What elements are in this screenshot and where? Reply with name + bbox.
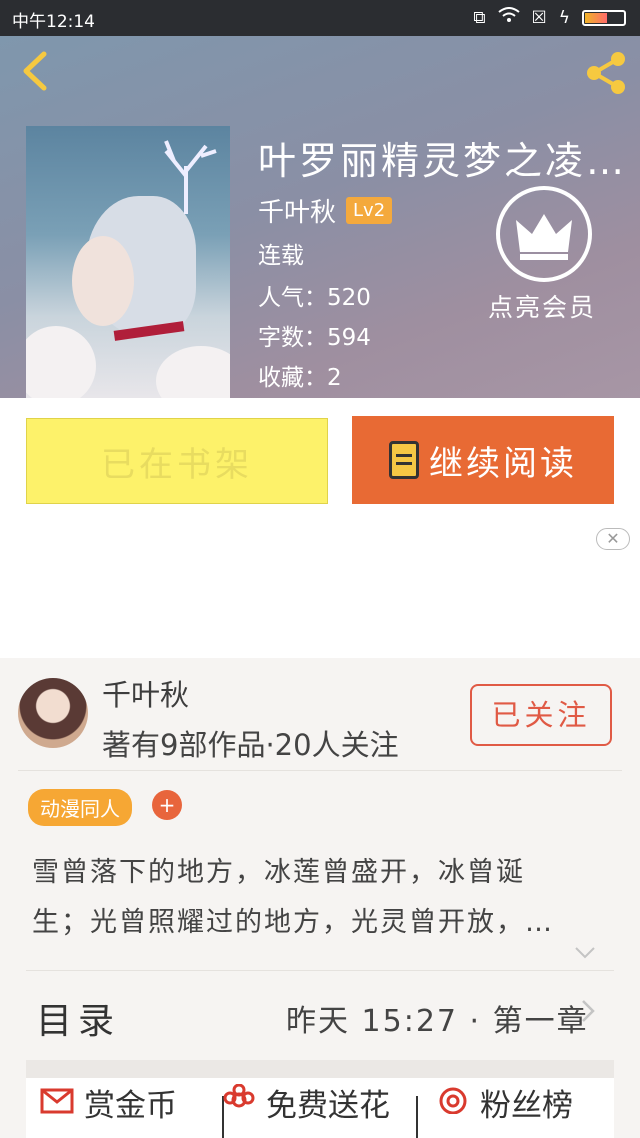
serial-status: 连载 [258, 243, 304, 269]
back-button[interactable] [16, 50, 56, 92]
status-time: 中午12:14 [12, 12, 95, 32]
reward-coins-button[interactable]: 赏金币 [40, 1080, 177, 1125]
vip-button[interactable] [496, 186, 592, 282]
reward-coins-label: 赏金币 [84, 1088, 177, 1124]
book-description[interactable]: 雪曾落下的地方，冰莲曾盛开，冰曾诞 生；光曾照耀过的地方，光灵曾开放，… [32, 848, 602, 948]
flower-icon [222, 1083, 256, 1122]
level-badge: Lv2 [346, 197, 393, 224]
share-button[interactable] [582, 50, 630, 96]
book-title: 叶罗丽精灵梦之凌… [258, 139, 628, 183]
chevron-right-icon [580, 998, 596, 1031]
add-tag-button[interactable]: + [152, 790, 182, 820]
crown-icon [516, 214, 572, 260]
envelope-icon [40, 1084, 74, 1122]
fan-ranking-button[interactable]: 粉丝榜 [436, 1080, 573, 1125]
book-icon [389, 441, 419, 479]
follow-button[interactable]: 已关注 [470, 684, 612, 746]
tag-anime-fanfic[interactable]: 动漫同人 [28, 789, 132, 826]
toc-latest-chapter: 昨天 15:27 · 第一章 [286, 1004, 589, 1039]
description-line: 生；光曾照耀过的地方，光灵曾开放，… [32, 907, 554, 938]
author-card-name[interactable]: 千叶秋 [102, 672, 189, 714]
vip-label[interactable]: 点亮会员 [488, 288, 596, 324]
description-line: 雪曾落下的地方，冰莲曾盛开，冰曾诞 [32, 857, 525, 888]
section-spacer [26, 1060, 614, 1078]
target-icon [436, 1084, 470, 1122]
send-flower-label: 免费送花 [266, 1088, 390, 1124]
favorites-count: 收藏：2 [258, 365, 342, 391]
expand-chevron-down-icon[interactable] [574, 944, 596, 965]
ad-banner[interactable] [0, 520, 640, 658]
divider [18, 770, 622, 771]
author-name[interactable]: 千叶秋 [258, 192, 336, 229]
reader-actions-bar: 赏金币 免费送花 粉丝榜 [26, 1078, 614, 1138]
on-shelf-button[interactable]: 已在书架 [26, 418, 328, 504]
battery-icon [582, 9, 626, 26]
author-avatar[interactable] [18, 678, 88, 748]
charging-icon: ϟ [558, 7, 570, 28]
send-flower-button[interactable]: 免费送花 [222, 1080, 390, 1125]
divider [26, 970, 614, 971]
continue-reading-label: 继续阅读 [429, 443, 577, 484]
fan-ranking-label: 粉丝榜 [480, 1088, 573, 1124]
sync-icon: ⧉ [473, 7, 486, 28]
sim-off-icon: ☒ [531, 7, 547, 28]
popularity: 人气：520 [258, 285, 371, 311]
chevron-left-icon [23, 51, 47, 91]
continue-reading-button[interactable]: 继续阅读 [352, 416, 614, 504]
divider [416, 1096, 418, 1138]
status-bar: 中午12:14 ⧉ ☒ ϟ [0, 0, 640, 36]
ad-close-button[interactable]: ✕ [596, 528, 630, 550]
wifi-icon [497, 7, 520, 28]
author-stats: 著有9部作品·20人关注 [102, 728, 399, 762]
book-cover[interactable] [26, 126, 230, 398]
share-icon [587, 52, 625, 94]
toc-label: 目录 [36, 1001, 121, 1042]
word-count: 字数：594 [258, 325, 371, 351]
